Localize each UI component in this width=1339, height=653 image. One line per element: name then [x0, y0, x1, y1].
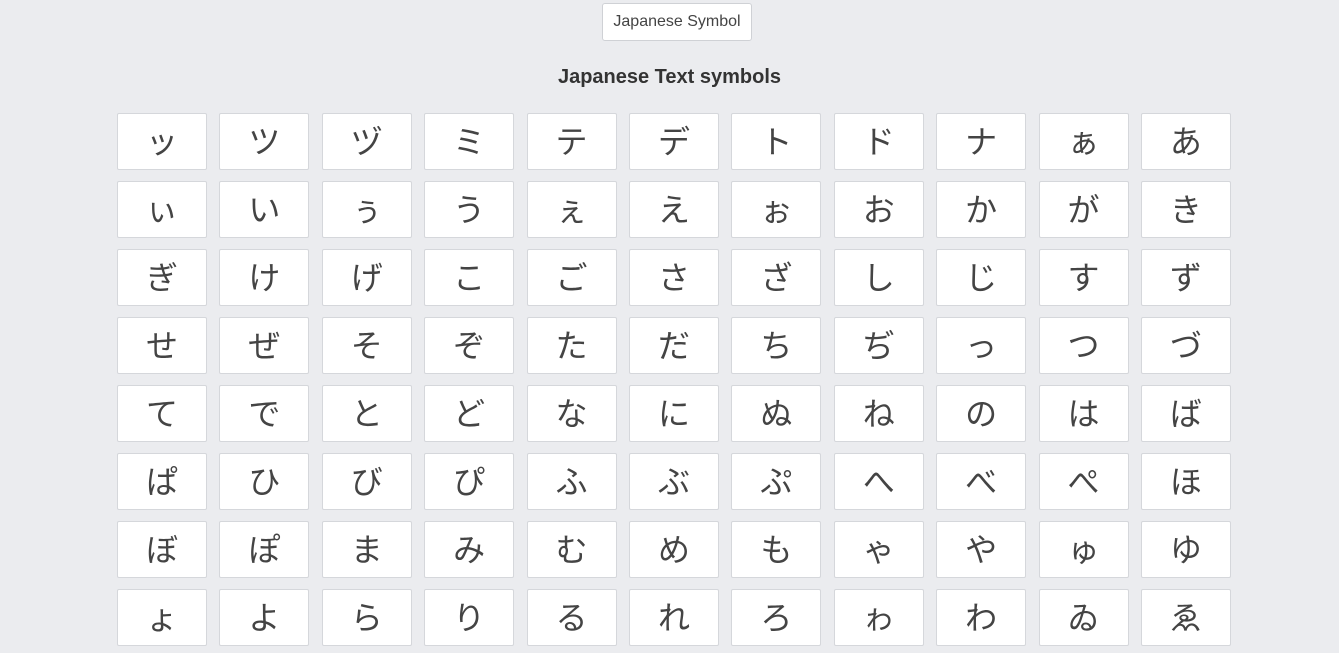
symbol-cell[interactable]: る	[526, 589, 617, 646]
symbol-cell[interactable]: ぉ	[731, 181, 822, 238]
symbol-cell[interactable]: ゐ	[1038, 589, 1129, 646]
symbol-cell[interactable]: べ	[936, 453, 1027, 510]
symbol-cell[interactable]: さ	[628, 249, 719, 306]
japanese-symbol-button[interactable]: Japanese Symbol	[602, 3, 752, 41]
symbol-cell[interactable]: ぁ	[1038, 113, 1129, 170]
symbol-cell[interactable]: し	[833, 249, 924, 306]
symbol-cell[interactable]: ぃ	[117, 181, 207, 238]
symbol-cell[interactable]: テ	[526, 113, 617, 170]
symbol-cell[interactable]: お	[833, 181, 924, 238]
symbol-cell[interactable]: の	[936, 385, 1027, 442]
symbol-cell[interactable]: た	[526, 317, 617, 374]
symbol-cell[interactable]: ぞ	[424, 317, 515, 374]
symbol-cell[interactable]: ナ	[936, 113, 1027, 170]
symbol-grid: ッツヅミテデトドナぁあぃいぅうぇえぉおかがきぎけげこごさざしじすずせぜそぞただち…	[117, 113, 1231, 646]
symbol-cell[interactable]: ゃ	[833, 521, 924, 578]
symbol-cell[interactable]: づ	[1140, 317, 1231, 374]
symbol-cell[interactable]: わ	[936, 589, 1027, 646]
symbol-cell[interactable]: げ	[321, 249, 412, 306]
symbol-cell[interactable]: れ	[628, 589, 719, 646]
symbol-cell[interactable]: よ	[219, 589, 310, 646]
symbol-cell[interactable]: っ	[936, 317, 1027, 374]
symbol-cell[interactable]: ド	[833, 113, 924, 170]
symbol-cell[interactable]: ぅ	[321, 181, 412, 238]
symbol-cell[interactable]: ぷ	[731, 453, 822, 510]
symbol-cell[interactable]: う	[424, 181, 515, 238]
symbol-cell[interactable]: ば	[1140, 385, 1231, 442]
symbol-cell[interactable]: ぺ	[1038, 453, 1129, 510]
symbol-cell[interactable]: つ	[1038, 317, 1129, 374]
symbol-cell[interactable]: ま	[321, 521, 412, 578]
symbol-cell[interactable]: ひ	[219, 453, 310, 510]
symbol-cell[interactable]: ぼ	[117, 521, 207, 578]
symbol-cell[interactable]: せ	[117, 317, 207, 374]
symbol-cell[interactable]: ず	[1140, 249, 1231, 306]
symbol-cell[interactable]: こ	[424, 249, 515, 306]
symbol-cell[interactable]: す	[1038, 249, 1129, 306]
symbol-cell[interactable]: り	[424, 589, 515, 646]
symbol-cell[interactable]: で	[219, 385, 310, 442]
symbol-cell[interactable]: ろ	[731, 589, 822, 646]
symbol-cell[interactable]: て	[117, 385, 207, 442]
symbol-cell[interactable]: ふ	[526, 453, 617, 510]
symbol-cell[interactable]: へ	[833, 453, 924, 510]
symbol-cell[interactable]: は	[1038, 385, 1129, 442]
symbol-cell[interactable]: が	[1038, 181, 1129, 238]
symbol-cell[interactable]: ぜ	[219, 317, 310, 374]
symbol-cell[interactable]: ミ	[424, 113, 515, 170]
symbol-cell[interactable]: び	[321, 453, 412, 510]
symbol-cell[interactable]: ゎ	[833, 589, 924, 646]
symbol-cell[interactable]: ゆ	[1140, 521, 1231, 578]
symbol-cell[interactable]: き	[1140, 181, 1231, 238]
symbol-cell[interactable]: ッ	[117, 113, 207, 170]
symbol-cell[interactable]: ち	[731, 317, 822, 374]
symbol-cell[interactable]: ご	[526, 249, 617, 306]
page-title: Japanese Text symbols	[557, 66, 782, 88]
symbol-cell[interactable]: ゑ	[1140, 589, 1231, 646]
symbol-cell[interactable]: ぬ	[731, 385, 822, 442]
symbol-cell[interactable]: ぴ	[424, 453, 515, 510]
symbol-cell[interactable]: ね	[833, 385, 924, 442]
symbol-cell[interactable]: そ	[321, 317, 412, 374]
symbol-cell[interactable]: じ	[936, 249, 1027, 306]
symbol-cell[interactable]: か	[936, 181, 1027, 238]
symbol-cell[interactable]: ら	[321, 589, 412, 646]
symbol-cell[interactable]: み	[424, 521, 515, 578]
symbol-cell[interactable]: む	[526, 521, 617, 578]
symbol-cell[interactable]: ゅ	[1038, 521, 1129, 578]
symbol-cell[interactable]: ぇ	[526, 181, 617, 238]
symbol-cell[interactable]: い	[219, 181, 310, 238]
symbol-cell[interactable]: だ	[628, 317, 719, 374]
symbol-cell[interactable]: ぎ	[117, 249, 207, 306]
symbol-cell[interactable]: ぢ	[833, 317, 924, 374]
symbol-cell[interactable]: も	[731, 521, 822, 578]
symbol-cell[interactable]: と	[321, 385, 412, 442]
symbol-cell[interactable]: え	[628, 181, 719, 238]
symbol-cell[interactable]: に	[628, 385, 719, 442]
symbol-cell[interactable]: ト	[731, 113, 822, 170]
symbol-cell[interactable]: ぱ	[117, 453, 207, 510]
symbol-cell[interactable]: な	[526, 385, 617, 442]
symbol-cell[interactable]: ょ	[117, 589, 207, 646]
symbol-cell[interactable]: ぽ	[219, 521, 310, 578]
symbol-cell[interactable]: め	[628, 521, 719, 578]
symbol-cell[interactable]: ざ	[731, 249, 822, 306]
symbol-cell[interactable]: デ	[628, 113, 719, 170]
symbol-cell[interactable]: ヅ	[321, 113, 412, 170]
symbol-cell[interactable]: ぶ	[628, 453, 719, 510]
symbol-cell[interactable]: ほ	[1140, 453, 1231, 510]
symbol-cell[interactable]: け	[219, 249, 310, 306]
symbol-cell[interactable]: ど	[424, 385, 515, 442]
symbol-cell[interactable]: や	[936, 521, 1027, 578]
symbol-cell[interactable]: ツ	[219, 113, 310, 170]
symbol-cell[interactable]: あ	[1140, 113, 1231, 170]
